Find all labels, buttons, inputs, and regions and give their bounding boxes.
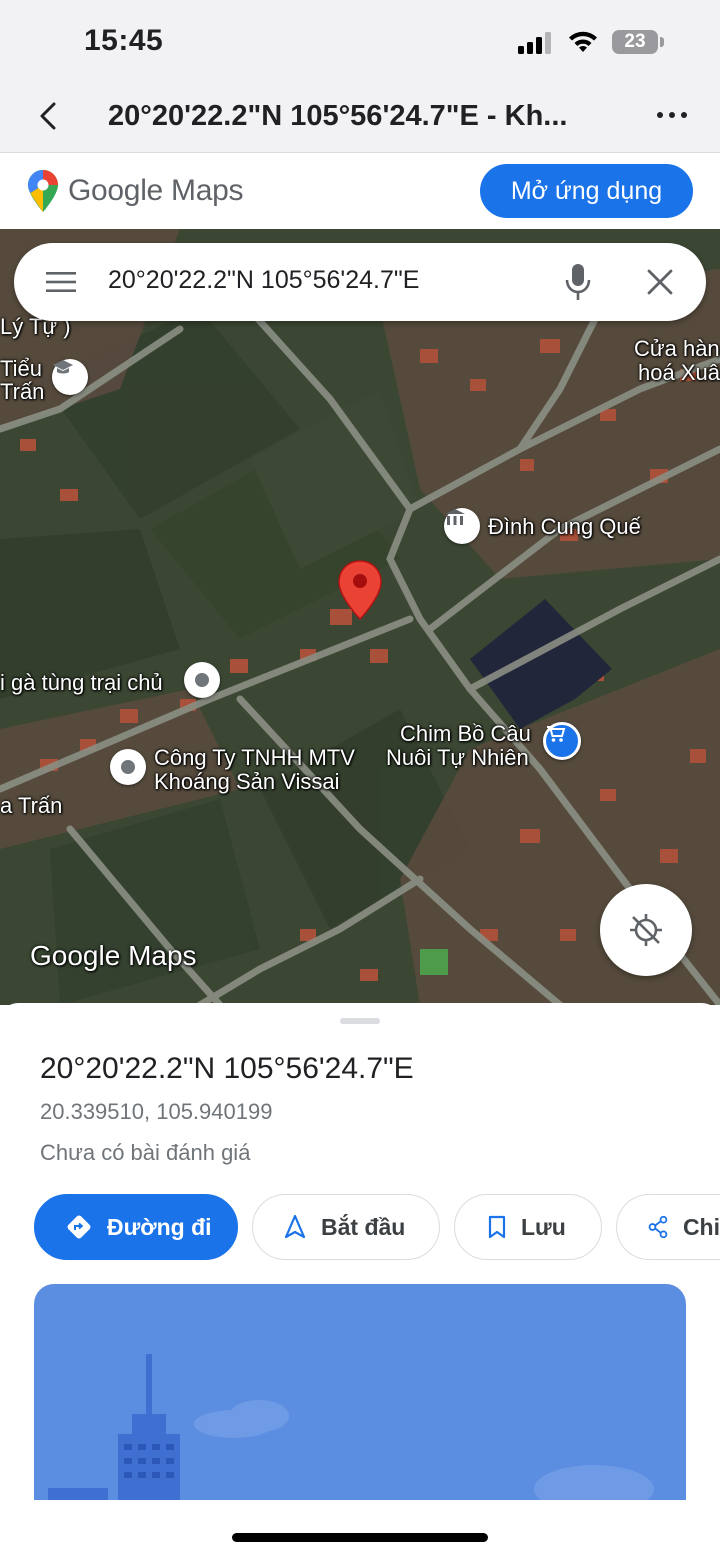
map-label-chim-1: Chim Bồ Câu (400, 721, 531, 746)
close-icon[interactable] (644, 266, 676, 298)
start-button[interactable]: Bắt đầu (252, 1194, 440, 1260)
directions-icon (67, 1215, 91, 1239)
location-disabled-icon (630, 914, 662, 946)
share-button[interactable]: Chi (616, 1194, 720, 1260)
page-title: 20°20'22.2"N 105°56'24.7"E - Kh... (108, 100, 568, 132)
map-label-cua-han-1: Cửa hàn (634, 336, 720, 361)
temple-icon (445, 509, 465, 525)
status-time: 15:45 (84, 24, 164, 57)
map-view[interactable]: Lý Tự ) Tiểu Trấn Cửa hàn hoá Xuâ Đình C… (0, 229, 720, 1005)
share-label: Chi (682, 1213, 720, 1240)
place-dot-icon (195, 673, 209, 687)
place-dot-icon (121, 760, 135, 774)
logo-google-text: Google (68, 174, 163, 207)
shop-marker[interactable] (543, 722, 581, 760)
save-label: Lưu (521, 1213, 566, 1240)
place-review-status: Chưa có bài đánh giá (40, 1140, 251, 1165)
shopping-cart-icon (547, 726, 566, 742)
navigation-icon (284, 1214, 306, 1239)
menu-icon[interactable] (44, 268, 78, 296)
battery-indicator: 23 (612, 30, 658, 54)
directions-button[interactable]: Đường đi (34, 1194, 238, 1260)
open-app-button[interactable]: Mở ứng dụng (480, 164, 693, 218)
google-maps-watermark: Google Maps (30, 940, 197, 971)
map-label-ga: i gà tùng trại chủ (0, 670, 163, 695)
temple-marker[interactable] (444, 508, 480, 544)
school-icon (53, 360, 73, 374)
more-options-icon[interactable] (652, 100, 692, 130)
home-indicator[interactable] (232, 1533, 488, 1542)
battery-cap (660, 37, 664, 47)
map-label-dinh: Đình Cung Quế (488, 514, 641, 539)
bookmark-icon (488, 1215, 506, 1239)
city-illustration (48, 1354, 654, 1500)
place-decimal-coords: 20.339510, 105.940199 (40, 1099, 273, 1124)
microphone-icon[interactable] (562, 260, 594, 304)
share-icon (648, 1215, 668, 1239)
place-marker-cty[interactable] (110, 749, 146, 785)
map-label-tran: Trấn (0, 379, 45, 404)
place-illustration (34, 1284, 686, 1500)
save-button[interactable]: Lưu (454, 1194, 602, 1260)
place-title: 20°20'22.2"N 105°56'24.7"E (40, 1052, 414, 1085)
map-label-cua-han-2: hoá Xuâ (638, 360, 720, 385)
start-label: Bắt đầu (321, 1213, 406, 1240)
wifi-icon (569, 31, 597, 52)
logo-maps-text: Maps (171, 174, 244, 207)
map-label-cty-1: Công Ty TNHH MTV (154, 745, 355, 770)
signal-icon (518, 32, 551, 54)
search-input[interactable]: 20°20'22.2"N 105°56'24.7"E (108, 266, 419, 295)
sheet-drag-handle[interactable] (340, 1018, 380, 1024)
back-icon[interactable] (30, 96, 70, 136)
map-label-a-tran: a Trấn (0, 793, 63, 818)
google-maps-logo: Google Maps (68, 174, 243, 208)
directions-label: Đường đi (107, 1213, 212, 1240)
place-marker-ga[interactable] (184, 662, 220, 698)
google-maps-pin-icon (28, 170, 58, 212)
map-label-cty-2: Khoáng Sản Vissai (154, 769, 340, 794)
map-label-tieu: Tiểu (0, 356, 42, 381)
school-marker[interactable] (52, 359, 88, 395)
my-location-button[interactable] (600, 884, 692, 976)
location-pin-icon[interactable] (337, 559, 383, 621)
map-label-chim-2: Nuôi Tự Nhiên (386, 745, 529, 770)
